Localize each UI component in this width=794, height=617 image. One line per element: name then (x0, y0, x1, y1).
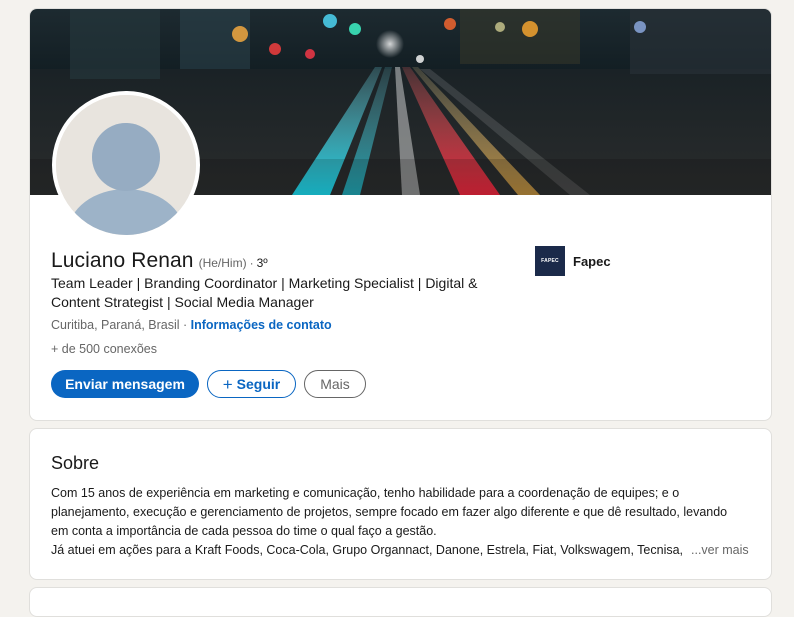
name-row: Luciano Renan (He/Him) · 3º (51, 249, 268, 273)
location-separator: · (179, 318, 191, 332)
see-more-link[interactable]: ...ver mais (691, 541, 749, 560)
default-person-icon (56, 95, 196, 235)
profile-name: Luciano Renan (51, 249, 194, 272)
location-row: Curitiba, Paraná, Brasil · Informações d… (51, 318, 332, 332)
send-message-button[interactable]: Enviar mensagem (51, 370, 199, 398)
contact-info-link[interactable]: Informações de contato (191, 318, 332, 332)
about-text: Com 15 anos de experiência em marketing … (51, 484, 756, 560)
separator-dot: · (249, 256, 254, 270)
connections-count[interactable]: + de 500 conexões (51, 342, 157, 356)
profile-avatar[interactable] (52, 91, 200, 239)
about-title: Sobre (51, 453, 100, 473)
about-line-2: planejamento, execução e gerenciamento d… (51, 505, 728, 519)
profile-card: Luciano Renan (He/Him) · 3º Team Leader … (29, 8, 772, 421)
profile-headline: Team Leader | Branding Coordinator | Mar… (51, 274, 521, 312)
follow-button[interactable]: + Seguir (207, 370, 296, 398)
more-button[interactable]: Mais (304, 370, 366, 398)
about-card: Sobre Com 15 anos de experiência em mark… (29, 428, 772, 580)
connection-degree: 3º (256, 256, 268, 270)
company-logo: FAPEC (535, 246, 565, 276)
about-line-4-row: Já atuei em ações para a Kraft Foods, Co… (51, 541, 756, 560)
current-company[interactable]: FAPEC Fapec (535, 246, 611, 276)
plus-icon: + (222, 374, 233, 394)
next-section-card (29, 587, 772, 617)
company-name: Fapec (573, 253, 611, 269)
about-line-1: Com 15 anos de experiência em marketing … (51, 486, 680, 500)
about-line-4: Já atuei em ações para a Kraft Foods, Co… (51, 543, 684, 557)
location-text: Curitiba, Paraná, Brasil (51, 318, 180, 332)
follow-label: Seguir (236, 376, 281, 392)
pronouns: (He/Him) (198, 256, 247, 270)
headline-line-1: Team Leader | Branding Coordinator | Mar… (51, 275, 478, 291)
headline-line-2: Content Strategist | Social Media Manage… (51, 294, 314, 310)
action-buttons: Enviar mensagem + Seguir Mais (51, 370, 366, 398)
about-line-3: em conta a importância de cada pessoa do… (51, 524, 437, 538)
